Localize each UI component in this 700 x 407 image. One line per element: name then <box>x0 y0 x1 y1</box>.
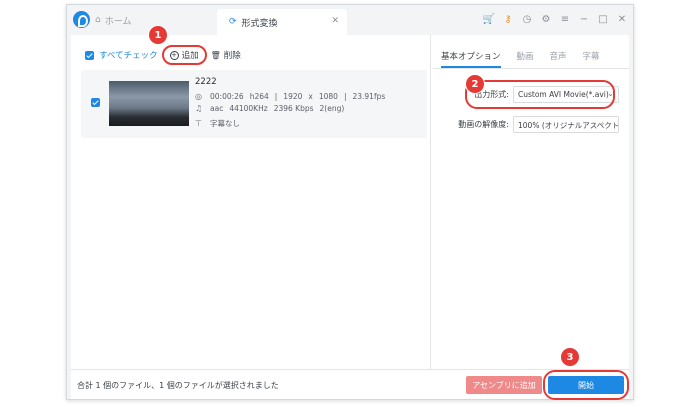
delete-label: 削除 <box>223 51 241 61</box>
height: 1080 <box>318 92 338 101</box>
subtitle-label: 字幕なし <box>210 119 240 128</box>
add-icon: + <box>169 50 179 60</box>
check-all-checkbox[interactable] <box>85 50 94 60</box>
step-badge-3: 3 <box>561 348 579 366</box>
music-icon: ♫ <box>195 104 203 113</box>
tab-home-label: ホーム <box>104 16 132 27</box>
audio-meta: ♫ aac 44100KHz 2396 Kbps 2(eng) <box>195 104 344 113</box>
file-checkbox[interactable] <box>91 98 100 107</box>
close-icon[interactable]: ✕ <box>617 12 627 26</box>
file-toolbar: すべてチェック + 追加 🗑 削除 <box>85 45 241 65</box>
app-logo <box>73 11 90 28</box>
key-icon[interactable]: ⚷ <box>503 12 513 26</box>
video-meta: ◎ 00:00:26 h264 | 1920 x 1080 | 23.91fps <box>195 92 385 101</box>
fps: 23.91fps <box>352 92 386 101</box>
tab-basic-options[interactable]: 基本オプション <box>441 50 501 68</box>
convert-icon: ⟳ <box>229 17 237 27</box>
resolution-label: 動画の解像度: <box>458 120 509 129</box>
sample-rate: 44100KHz <box>229 104 268 113</box>
window-controls: 🛒 ⚷ ◷ ⚙ ≡ − □ ✕ <box>483 12 627 26</box>
times-sign: x <box>308 92 313 101</box>
separator: | <box>274 92 278 101</box>
tab-convert-label: 形式変換 <box>241 18 278 29</box>
maximize-icon[interactable]: □ <box>598 12 608 26</box>
bitrate: 2396 Kbps <box>273 104 314 113</box>
cart-icon[interactable]: 🛒 <box>483 12 495 26</box>
tab-divider <box>433 68 629 69</box>
add-label: 追加 <box>181 51 199 61</box>
menu-icon[interactable]: ≡ <box>560 12 570 26</box>
film-icon: ◎ <box>195 92 202 101</box>
resolution-value: 100% (オリジナルアスペクト <box>518 121 619 130</box>
format-highlight <box>465 80 615 109</box>
file-name: 2222 <box>195 77 217 87</box>
video-codec: h264 <box>249 92 269 101</box>
resolution-select[interactable]: 100% (オリジナルアスペクト <box>513 116 619 133</box>
delete-button[interactable]: 🗑 削除 <box>210 49 241 62</box>
clock-icon[interactable]: ◷ <box>522 12 532 26</box>
tab-subtitle[interactable]: 字幕 <box>583 50 600 68</box>
status-bar: 合計 1 個のファイル、1 個のファイルが選択されました アセンブリに追加 開始 <box>71 369 629 400</box>
tab-close-icon[interactable]: ✕ <box>331 16 339 26</box>
channels: 2(eng) <box>319 104 345 113</box>
status-summary: 合計 1 個のファイル、1 個のファイルが選択されました <box>77 381 279 390</box>
options-tabs: 基本オプション 動画 音声 字幕 <box>441 50 600 68</box>
step-badge-2: 2 <box>466 75 484 93</box>
file-list-panel: すべてチェック + 追加 🗑 削除 2222 ◎ 00:00:26 h264 |… <box>71 35 431 369</box>
check-all-label[interactable]: すべてチェック <box>99 49 158 61</box>
separator: | <box>343 92 347 101</box>
settings-icon[interactable]: ⚙ <box>541 12 551 26</box>
width: 1920 <box>283 92 303 101</box>
audio-codec: aac <box>210 104 224 113</box>
home-icon: ⌂ <box>95 15 101 25</box>
app-window: ⌂ ホーム ⟳ 形式変換 ✕ 🛒 ⚷ ◷ ⚙ ≡ − □ ✕ すべてチェック + <box>66 4 634 400</box>
duration: 00:00:26 <box>210 92 244 101</box>
file-row[interactable]: 2222 ◎ 00:00:26 h264 | 1920 x 1080 | 23.… <box>81 70 427 138</box>
tab-home[interactable]: ⌂ ホーム <box>95 11 131 29</box>
add-button[interactable]: + 追加 <box>161 45 207 65</box>
tab-audio[interactable]: 音声 <box>550 50 567 68</box>
tab-video[interactable]: 動画 <box>517 50 534 68</box>
tab-convert[interactable]: ⟳ 形式変換 ✕ <box>217 9 347 35</box>
start-highlight <box>543 370 629 400</box>
minimize-icon[interactable]: − <box>579 12 589 26</box>
step-badge-1: 1 <box>149 26 167 44</box>
subtitle-meta[interactable]: ⊤ 字幕なし <box>195 118 240 129</box>
subtitle-icon: ⊤ <box>195 119 202 128</box>
options-panel: 基本オプション 動画 音声 字幕 出力形式: Custom AVI Movie(… <box>433 35 629 369</box>
main-panel: すべてチェック + 追加 🗑 削除 2222 ◎ 00:00:26 h264 |… <box>71 35 629 369</box>
trash-icon: 🗑 <box>210 50 221 60</box>
add-to-assembly-button[interactable]: アセンブリに追加 <box>466 376 542 394</box>
video-thumbnail <box>109 81 189 126</box>
